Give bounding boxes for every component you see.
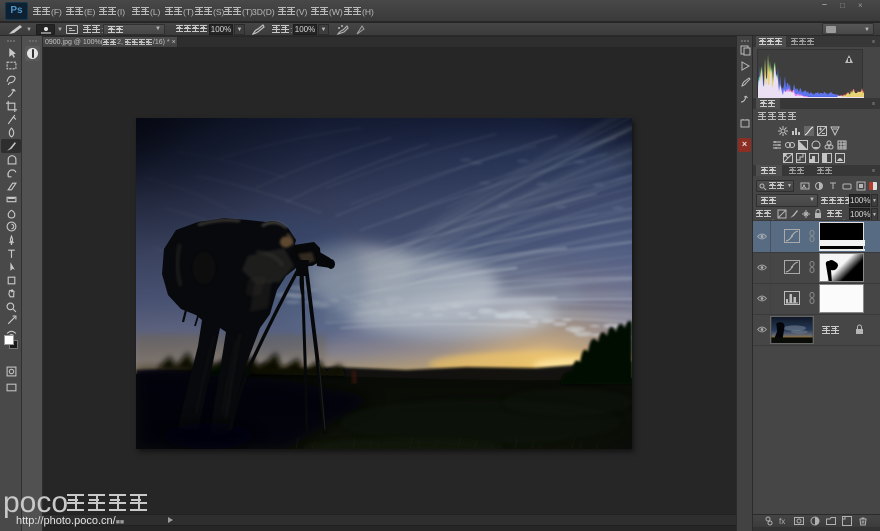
svg-text:fx: fx xyxy=(779,517,785,526)
